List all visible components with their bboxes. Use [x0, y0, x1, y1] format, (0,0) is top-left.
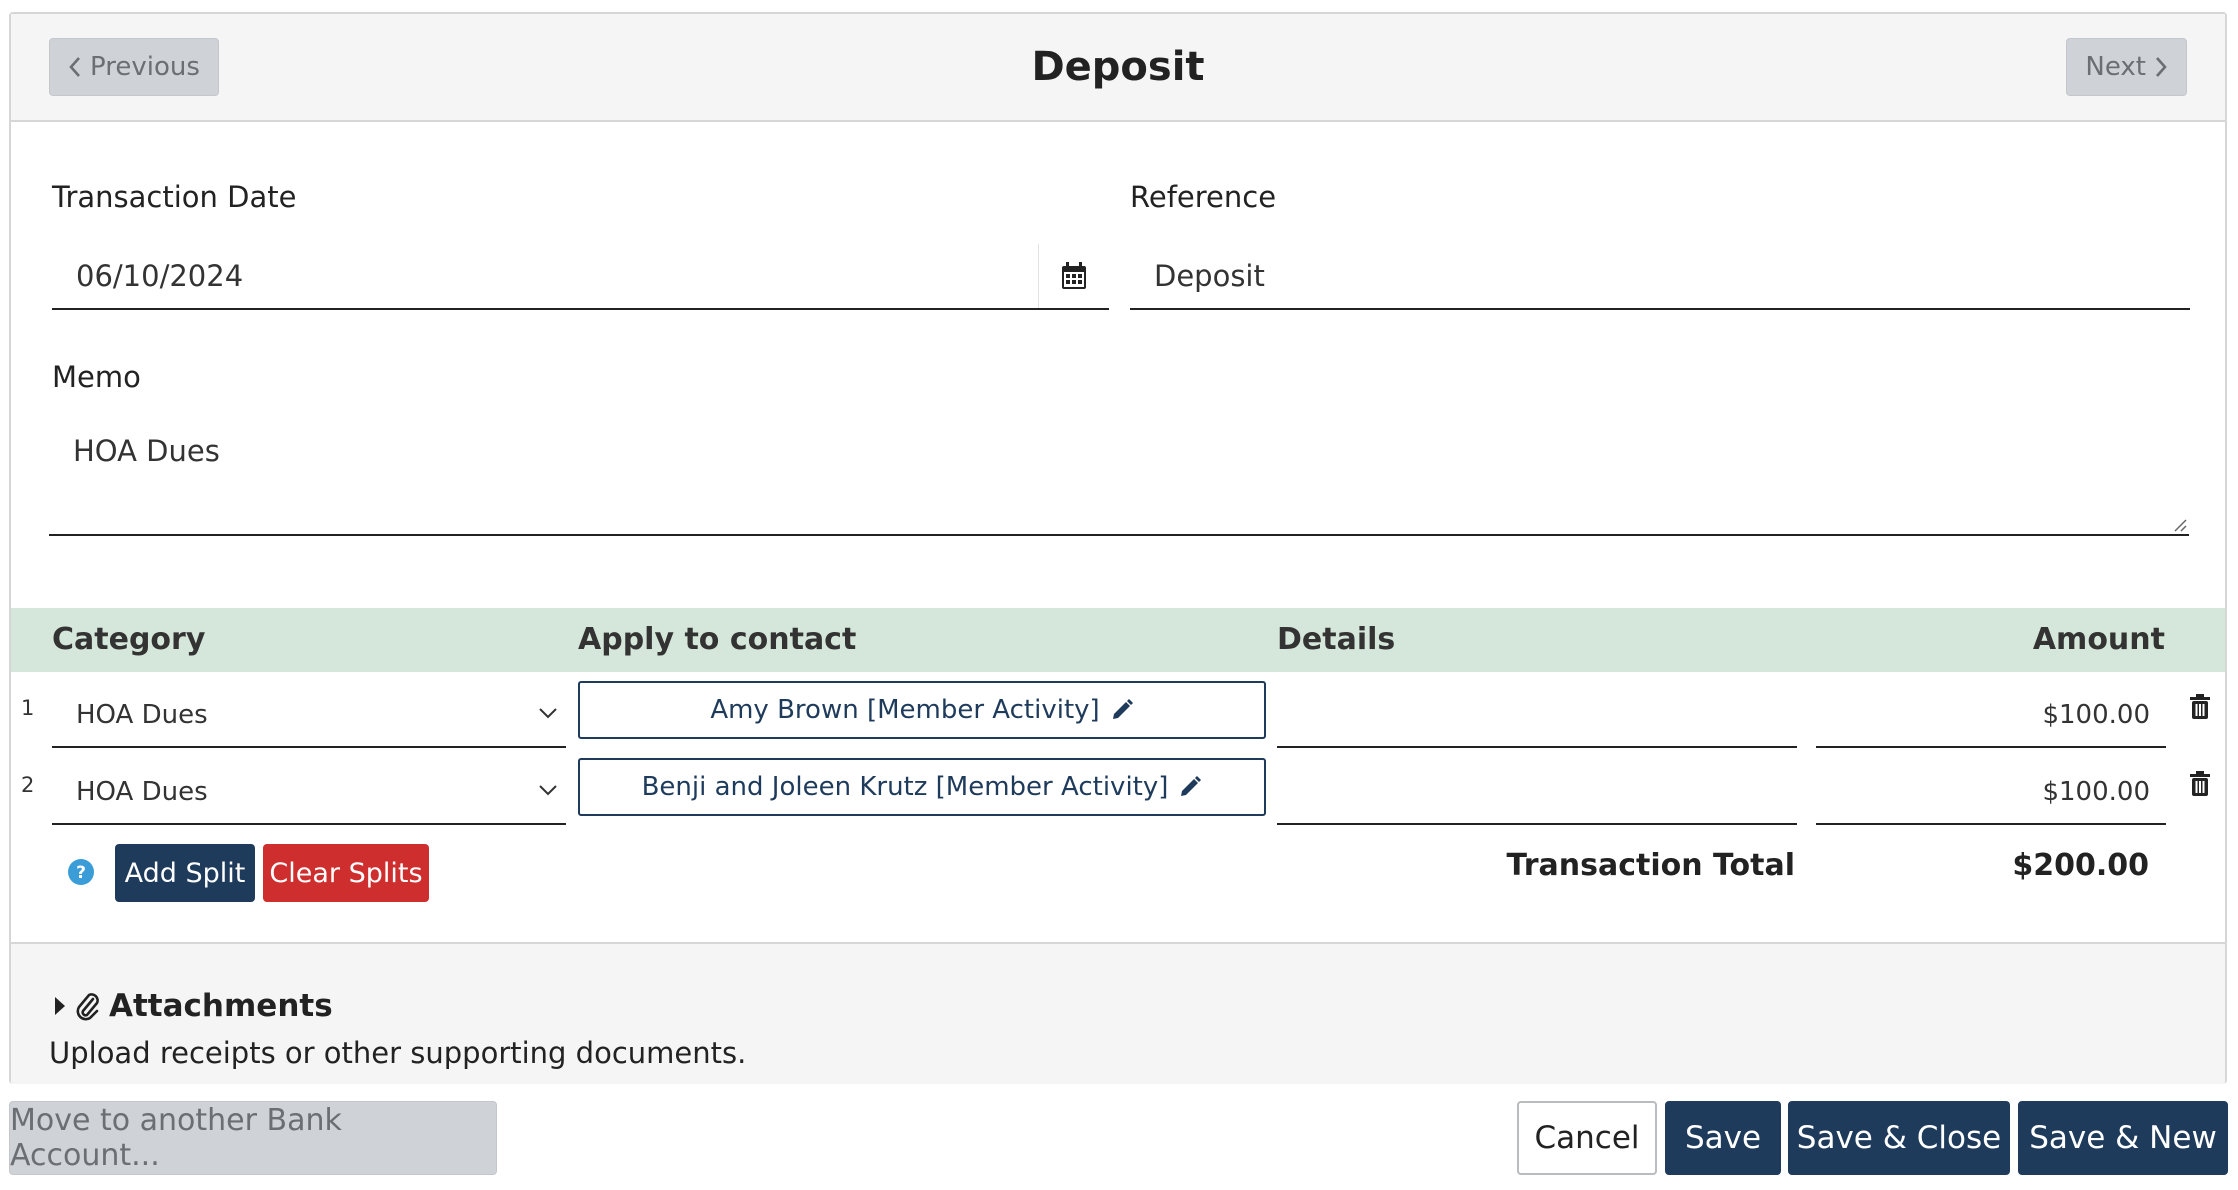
transaction-date-field[interactable]: 06/10/2024	[52, 244, 1109, 310]
transaction-total-value: $200.00	[2012, 848, 2149, 883]
attachments-title: Attachments	[109, 988, 333, 1024]
attachments-section: Attachments Upload receipts or other sup…	[11, 942, 2225, 1084]
calendar-icon	[1062, 262, 1086, 289]
pencil-icon	[1112, 699, 1133, 719]
save-and-new-button[interactable]: Save & New	[2018, 1101, 2228, 1175]
amount-input[interactable]: $100.00	[1816, 761, 2166, 825]
memo-label: Memo	[52, 360, 141, 394]
cancel-button[interactable]: Cancel	[1517, 1101, 1657, 1175]
help-icon[interactable]: ?	[67, 858, 95, 886]
contact-label: Amy Brown [Member Activity]	[710, 695, 1100, 725]
chevron-down-icon	[539, 785, 557, 796]
pencil-icon	[1181, 776, 1202, 796]
page-title: Deposit	[1031, 44, 1205, 90]
attachments-description: Upload receipts or other supporting docu…	[49, 1036, 747, 1070]
attachments-toggle[interactable]: Attachments	[53, 988, 333, 1024]
category-select[interactable]: HOA Dues	[52, 761, 566, 825]
add-split-button[interactable]: Add Split	[115, 844, 255, 902]
save-and-close-button[interactable]: Save & Close	[1788, 1101, 2010, 1175]
chevron-down-icon	[539, 708, 557, 719]
deposit-panel: Previous Deposit Next Transaction Date 0…	[9, 12, 2227, 1084]
amount-value: $100.00	[2042, 777, 2150, 807]
apply-to-contact-button[interactable]: Amy Brown [Member Activity]	[578, 681, 1266, 739]
chevron-right-icon	[2156, 57, 2167, 77]
details-input[interactable]	[1277, 761, 1797, 825]
row-number: 1	[21, 696, 35, 720]
memo-value: HOA Dues	[73, 434, 220, 468]
splits-table-header: Category Apply to contact Details Amount	[11, 608, 2225, 672]
paperclip-icon	[76, 993, 99, 1021]
details-input[interactable]	[1277, 684, 1797, 748]
amount-input[interactable]: $100.00	[1816, 684, 2166, 748]
amount-column-header: Amount	[2032, 622, 2165, 657]
trash-icon[interactable]	[2189, 694, 2211, 720]
details-column-header: Details	[1277, 622, 1396, 657]
transaction-date-label: Transaction Date	[52, 180, 297, 214]
category-select[interactable]: HOA Dues	[52, 684, 566, 748]
row-number: 2	[21, 773, 35, 797]
next-button[interactable]: Next	[2066, 38, 2187, 96]
resize-handle-icon[interactable]	[2171, 516, 2187, 532]
contact-label: Benji and Joleen Krutz [Member Activity]	[641, 772, 1169, 802]
reference-value: Deposit	[1154, 259, 1265, 293]
move-to-bank-account-button[interactable]: Move to another Bank Account...	[9, 1101, 497, 1175]
category-value: HOA Dues	[76, 777, 208, 807]
apply-to-contact-column-header: Apply to contact	[578, 622, 857, 657]
next-label: Next	[2085, 52, 2146, 82]
header-bar: Previous Deposit Next	[11, 14, 2225, 122]
caret-right-icon	[55, 997, 65, 1015]
amount-value: $100.00	[2042, 700, 2150, 730]
calendar-button[interactable]	[1038, 244, 1109, 308]
transaction-total-label: Transaction Total	[1506, 848, 1795, 883]
category-value: HOA Dues	[76, 700, 208, 730]
apply-to-contact-button[interactable]: Benji and Joleen Krutz [Member Activity]	[578, 758, 1266, 816]
memo-textarea[interactable]: HOA Dues	[49, 412, 2189, 536]
save-button[interactable]: Save	[1665, 1101, 1781, 1175]
reference-label: Reference	[1130, 180, 1277, 214]
clear-splits-button[interactable]: Clear Splits	[263, 844, 429, 902]
transaction-date-value: 06/10/2024	[76, 259, 244, 293]
trash-icon[interactable]	[2189, 771, 2211, 797]
category-column-header: Category	[52, 622, 206, 657]
reference-field[interactable]: Deposit	[1130, 244, 2190, 310]
svg-text:?: ?	[76, 863, 86, 883]
